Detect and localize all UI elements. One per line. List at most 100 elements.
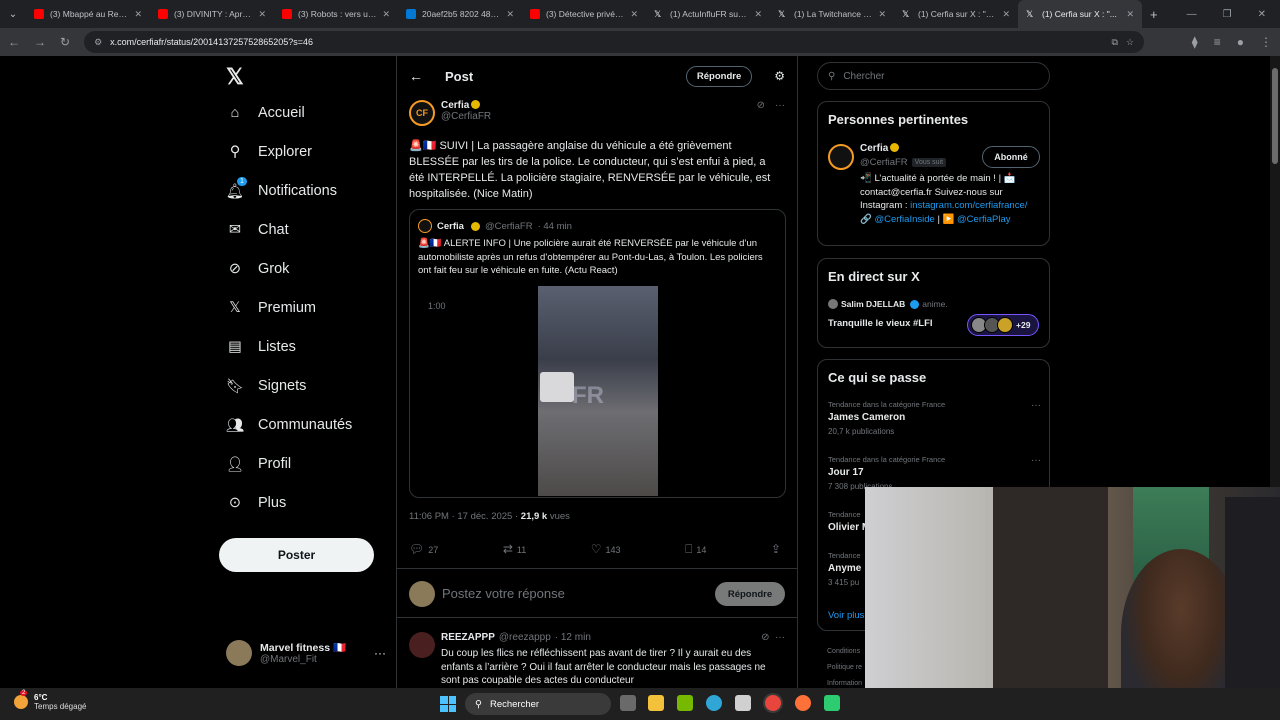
footer-link[interactable]: Conditions [827, 644, 862, 660]
nav-item-accueil[interactable]: ⌂ Accueil [226, 104, 305, 122]
new-tab-button[interactable]: + [1142, 7, 1166, 22]
footer-link[interactable]: Politique re [827, 660, 862, 676]
browser-tab[interactable]: (3) Robots : vers un n...✕ [274, 0, 398, 28]
close-icon[interactable]: ✕ [878, 9, 886, 20]
avatar[interactable] [409, 632, 435, 658]
star-icon[interactable]: ☆ [1126, 37, 1134, 48]
nvidia-icon[interactable] [677, 695, 693, 711]
author-name[interactable]: Cerfia [441, 100, 469, 111]
minimize-icon[interactable]: — [1187, 9, 1197, 20]
submit-reply-button[interactable]: Répondre [715, 582, 785, 606]
back-arrow-icon[interactable]: ← [409, 68, 423, 84]
browser-tab-active[interactable]: 𝕏 (1) Cerfia sur X : "... ✕ [1018, 0, 1142, 28]
share-action[interactable]: ⇪ [771, 542, 785, 557]
weather-widget[interactable]: 2 6°C Temps dégagé [14, 690, 86, 711]
close-icon[interactable]: ✕ [134, 9, 142, 20]
browser-tab[interactable]: 20aef2b5 8202 4818 ...✕ [398, 0, 522, 28]
site-info-icon[interactable]: ⚙ [94, 37, 102, 48]
more-icon[interactable]: ··· [1031, 455, 1041, 466]
follow-button[interactable]: Abonné [982, 146, 1040, 168]
reply-tweet[interactable]: REEZAPPP @reezappp · 12 min ⊘ ··· Du cou… [397, 622, 797, 688]
video-player[interactable]: 1:00 FR [418, 286, 778, 496]
repost-action[interactable]: ⇄ 11 [503, 542, 526, 557]
video-frame[interactable]: FR [538, 286, 658, 496]
nav-item-chat[interactable]: ✉ Chat [226, 221, 289, 239]
trend-item[interactable]: Tendance dans la catégorie France Jour 1… [828, 455, 1041, 491]
relevant-name[interactable]: Cerfia [860, 143, 900, 154]
edge-icon[interactable] [706, 695, 722, 711]
live-space-title[interactable]: Tranquille le vieux #LFI [828, 318, 933, 329]
browser-tab[interactable]: (3) DIVINITY : Après l...✕ [150, 0, 274, 28]
maximize-icon[interactable]: ❐ [1223, 9, 1232, 20]
browser-tab[interactable]: (3) Mbappé au Real... ✕ [26, 0, 150, 28]
bio-link[interactable]: @CerfiaPlay [957, 214, 1010, 225]
nav-item-profil[interactable]: 👤︎ Profil [226, 455, 291, 473]
reload-icon[interactable]: ↻ [60, 35, 70, 49]
quoted-tweet[interactable]: Cerfia @CerfiaFR · 44 min 🚨🇫🇷 ALERTE INF… [409, 209, 786, 498]
scroll-thumb[interactable] [1272, 68, 1278, 164]
taskbar-search[interactable]: ⚲ Rechercher [465, 693, 611, 715]
cerfia-avatar[interactable]: CF [409, 100, 435, 126]
live-host[interactable]: Salim DJELLAB anime. [828, 299, 948, 309]
bio-link[interactable]: instagram.com/cerfiafrance/ [910, 200, 1027, 211]
close-icon[interactable]: ✕ [258, 9, 266, 20]
close-icon[interactable]: ✕ [1002, 9, 1010, 20]
browser-tab[interactable]: 𝕏(1) La Twitchance (@...✕ [770, 0, 894, 28]
close-icon[interactable]: ✕ [1126, 9, 1134, 20]
nav-item-signets[interactable]: 🔖︎ Signets [226, 377, 307, 395]
menu-icon[interactable]: ⋮ [1260, 35, 1272, 49]
install-icon[interactable]: ⧉ [1112, 37, 1118, 48]
bookmark-action[interactable]: ⎕ 14 [685, 542, 706, 557]
reply-button[interactable]: Répondre [685, 65, 753, 87]
search-input[interactable]: ⚲ Chercher [817, 62, 1050, 90]
x-logo-icon[interactable]: 𝕏 [226, 64, 244, 90]
extensions-icon[interactable]: ⧫ [1192, 35, 1198, 49]
author-handle[interactable]: @CerfiaFR [441, 111, 491, 122]
nav-item-communautes[interactable]: 👥︎ Communautés [226, 416, 353, 434]
store-icon[interactable] [735, 695, 751, 711]
nav-item-plus[interactable]: ⊙ Plus [226, 494, 286, 512]
browser-tab[interactable]: (3) Détective privée à...✕ [522, 0, 646, 28]
cerfia-avatar[interactable] [828, 144, 854, 170]
firefox-icon[interactable] [795, 695, 811, 711]
close-icon[interactable]: ✕ [382, 9, 390, 20]
reply-input[interactable]: Postez votre réponse [442, 586, 565, 601]
close-icon[interactable]: ✕ [754, 9, 762, 20]
profile-icon[interactable]: ● [1237, 35, 1244, 49]
forward-icon[interactable]: → [34, 35, 46, 49]
browser-tab[interactable]: 𝕏 (1) Cerfia sur X : "🚨... ✕ [894, 0, 1018, 28]
trend-item[interactable]: Tendance dans la catégorie France James … [828, 400, 1041, 436]
more-icon[interactable]: ⊘ ··· [761, 632, 785, 643]
close-icon[interactable]: ✕ [630, 9, 638, 20]
nav-item-grok[interactable]: ⊘ Grok [226, 260, 290, 278]
windows-start-icon[interactable] [440, 696, 456, 712]
sliders-icon[interactable]: ⚙ [774, 69, 785, 83]
media-icon[interactable]: ≡ [1214, 35, 1221, 49]
file-explorer-icon[interactable] [648, 695, 664, 711]
like-action[interactable]: ♡ 143 [591, 542, 621, 557]
browser-tab[interactable]: 𝕏 (1) ActuInfluFR sur X ✕ [646, 0, 770, 28]
more-icon[interactable]: ··· [775, 100, 785, 126]
reply-author[interactable]: REEZAPPP [441, 632, 495, 643]
account-switcher[interactable]: Marvel fitness 🇫🇷 @Marvel_Fit ··· [226, 640, 386, 666]
bio-link[interactable]: @CerfiaInside [874, 214, 934, 225]
nav-item-notifications[interactable]: 🔔︎ 1 Notifications [226, 177, 337, 200]
grok-icon[interactable]: ⊘ [757, 100, 765, 126]
nav-item-listes[interactable]: ▤ Listes [226, 338, 296, 356]
close-icon[interactable]: ✕ [506, 9, 514, 20]
back-icon[interactable]: ← [8, 35, 20, 49]
nav-item-premium[interactable]: 𝕏 Premium [226, 299, 316, 317]
more-icon[interactable]: ··· [1031, 400, 1041, 411]
live-listeners[interactable]: +29 [967, 314, 1039, 336]
reply-action[interactable]: 💬︎ 27 [409, 542, 438, 557]
footer-link[interactable]: Information [827, 676, 862, 688]
post-button[interactable]: Poster [219, 538, 374, 572]
app-icon[interactable] [824, 695, 840, 711]
address-bar[interactable]: ⚙ x.com/cerfiafr/status/2001413725752865… [84, 31, 1145, 53]
nav-item-explorer[interactable]: ⚲ Explorer [226, 143, 312, 161]
close-window-icon[interactable]: ✕ [1258, 9, 1266, 20]
tab-search-icon[interactable]: ⌄ [0, 0, 26, 28]
task-view-icon[interactable] [620, 695, 636, 711]
chrome-icon[interactable] [765, 695, 781, 711]
show-more-link[interactable]: Voir plus [828, 610, 864, 621]
